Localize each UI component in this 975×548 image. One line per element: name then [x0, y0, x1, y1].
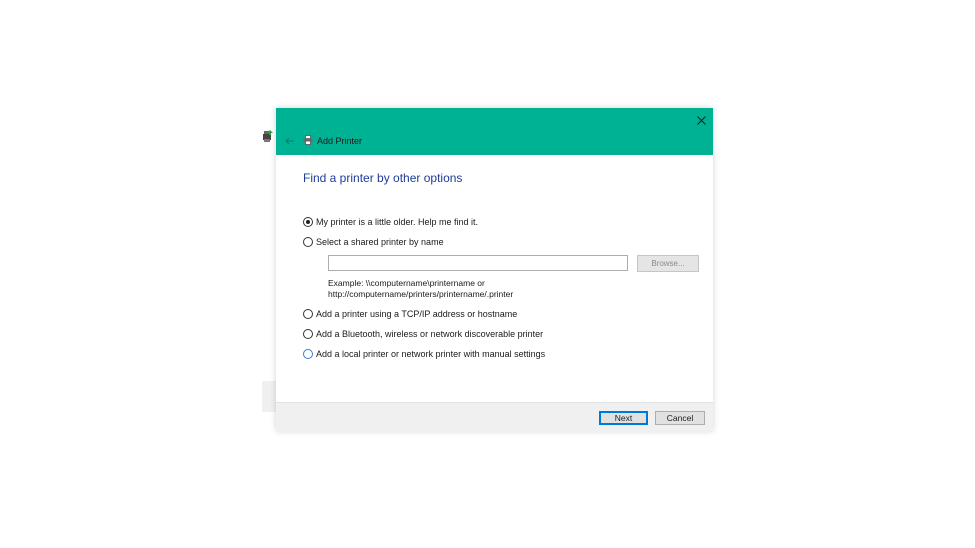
radio-button[interactable]	[303, 329, 313, 339]
option-label: Add a Bluetooth, wireless or network dis…	[316, 329, 544, 339]
next-button[interactable]: Next	[599, 411, 648, 425]
close-button[interactable]	[693, 112, 709, 128]
radio-button[interactable]	[303, 237, 313, 247]
printer-update-icon	[263, 130, 273, 142]
option-shared-printer[interactable]: Select a shared printer by name	[303, 237, 444, 247]
example-line-1: Example: \\computername\printername or	[328, 278, 485, 288]
option-older-printer[interactable]: My printer is a little older. Help me fi…	[303, 217, 478, 227]
add-printer-dialog: Add Printer Find a printer by other opti…	[276, 108, 713, 432]
cancel-button[interactable]: Cancel	[655, 411, 705, 425]
close-icon	[696, 115, 706, 125]
example-line-2: http://computername/printers/printername…	[328, 289, 514, 299]
title-bar: Add Printer	[276, 108, 713, 155]
background-window-footer	[262, 381, 276, 412]
option-bluetooth-printer[interactable]: Add a Bluetooth, wireless or network dis…	[303, 329, 543, 339]
printer-icon	[303, 135, 313, 145]
window-title: Add Printer	[317, 136, 363, 146]
back-arrow-icon[interactable]	[285, 136, 295, 146]
radio-button-selected[interactable]	[303, 217, 313, 227]
option-label: Add a printer using a TCP/IP address or …	[316, 309, 518, 319]
radio-button[interactable]	[303, 349, 313, 359]
radio-button[interactable]	[303, 309, 313, 319]
option-tcpip-printer[interactable]: Add a printer using a TCP/IP address or …	[303, 309, 517, 319]
example-text: Example: \\computername\printername or h…	[328, 278, 513, 300]
shared-printer-name-input[interactable]	[328, 255, 628, 271]
option-label: Add a local printer or network printer w…	[316, 349, 546, 359]
option-label: My printer is a little older. Help me fi…	[316, 217, 479, 227]
dialog-footer: Next Cancel	[276, 402, 713, 432]
option-label: Select a shared printer by name	[316, 237, 444, 247]
option-local-printer[interactable]: Add a local printer or network printer w…	[303, 349, 545, 359]
page-heading: Find a printer by other options	[303, 171, 463, 185]
browse-button[interactable]: Browse...	[637, 255, 699, 272]
